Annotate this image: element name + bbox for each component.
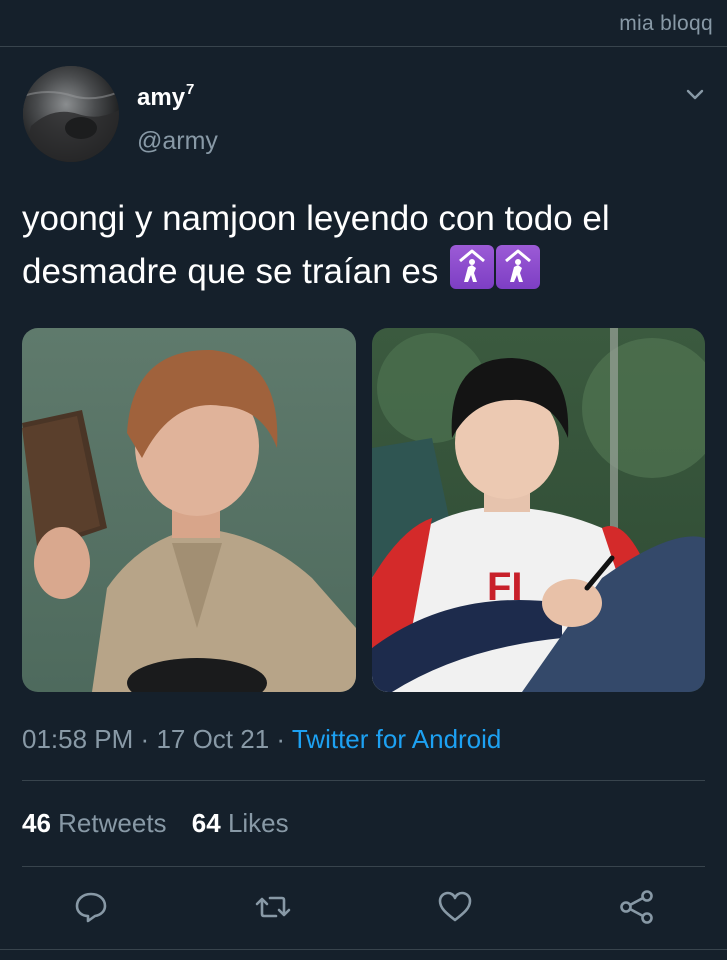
likes-stat[interactable]: 64 Likes xyxy=(192,808,289,838)
retweets-stat[interactable]: 46 Retweets xyxy=(22,808,167,838)
tweet-stats: 46 Retweets 64 Likes xyxy=(22,808,307,839)
reply-icon[interactable] xyxy=(72,888,110,926)
place-of-worship-icon xyxy=(496,245,541,289)
watermark-text: mia bloqq xyxy=(619,12,713,35)
tweet-date: 17 Oct 21 xyxy=(156,724,270,754)
place-of-worship-icon xyxy=(450,245,495,289)
share-icon[interactable] xyxy=(618,888,656,926)
like-icon[interactable] xyxy=(436,888,474,926)
retweets-count: 46 xyxy=(22,808,51,838)
tweet-time: 01:58 PM xyxy=(22,724,134,754)
divider xyxy=(22,866,705,867)
author-handle[interactable]: @army xyxy=(137,127,218,156)
divider xyxy=(22,780,705,781)
retweet-icon[interactable] xyxy=(254,888,292,926)
likes-label: Likes xyxy=(227,808,289,838)
tweet-source-link[interactable]: Twitter for Android xyxy=(292,724,502,754)
likes-count: 64 xyxy=(191,808,221,838)
tweet-photo-2[interactable]: FI xyxy=(372,328,705,692)
meta-separator: · xyxy=(276,724,286,754)
tweet-detail-page: mia bloqq amy7 @army yoongi y namjoon le… xyxy=(0,0,727,960)
tweet-text: yoongi y namjoon leyendo con todo el des… xyxy=(22,192,712,298)
meta-separator: · xyxy=(140,724,150,754)
top-bar: mia bloqq xyxy=(0,0,727,47)
tweet-actions xyxy=(0,880,727,936)
display-name-superscript: 7 xyxy=(186,81,195,98)
divider xyxy=(0,949,727,950)
tweet-meta: 01:58 PM · 17 Oct 21 · Twitter for Andro… xyxy=(22,724,501,755)
avatar[interactable] xyxy=(23,66,119,162)
chevron-down-icon[interactable] xyxy=(683,82,707,106)
retweets-label: Retweets xyxy=(58,808,167,838)
avatar-photo xyxy=(23,66,119,162)
author-display-name[interactable]: amy7 xyxy=(137,81,195,112)
tweet-photo-1[interactable] xyxy=(22,328,356,692)
sweater-letters: FI xyxy=(487,565,523,609)
